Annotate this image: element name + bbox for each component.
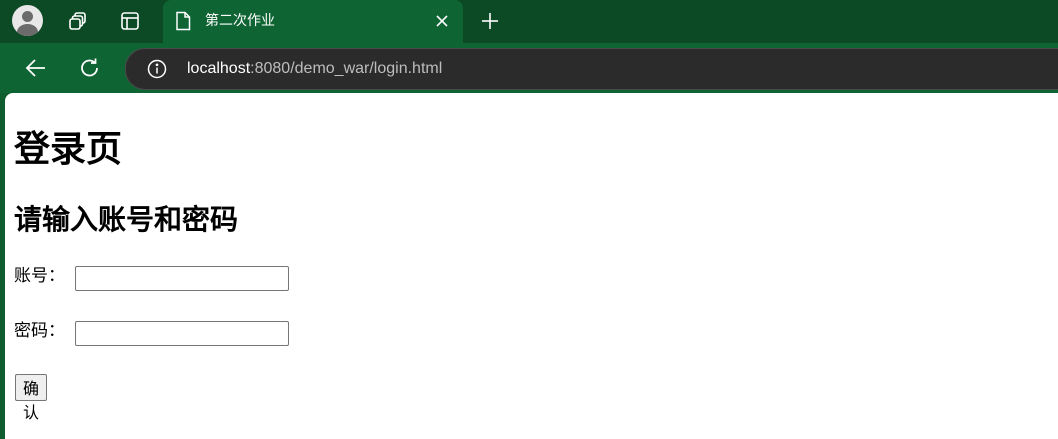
- password-label: 密码：: [14, 321, 65, 341]
- address-bar[interactable]: localhost:8080/demo_war/login.html: [125, 48, 1058, 90]
- browser-toolbar: localhost:8080/demo_war/login.html: [0, 43, 1058, 93]
- url-path: :8080/demo_war/login.html: [250, 60, 443, 77]
- reload-icon: [81, 58, 98, 77]
- close-icon[interactable]: [431, 10, 453, 32]
- profile-avatar-icon[interactable]: [12, 5, 43, 36]
- account-label: 账号：: [14, 266, 65, 286]
- back-arrow-icon: [25, 59, 45, 77]
- tab-active[interactable]: 第二次作业: [163, 0, 463, 43]
- tab-strip: 第二次作业: [0, 0, 1058, 43]
- submit-button[interactable]: 确认: [15, 374, 48, 422]
- tab-actions-icon[interactable]: [113, 4, 147, 38]
- workspaces-icon[interactable]: [61, 4, 95, 38]
- avatar-head: [22, 11, 33, 22]
- password-input[interactable]: [75, 321, 289, 346]
- account-input[interactable]: [75, 266, 289, 291]
- browser-window: 第二次作业 localhost:8080/demo_war/login.html…: [0, 0, 1058, 439]
- reload-button[interactable]: [74, 52, 106, 84]
- url-text[interactable]: localhost:8080/demo_war/login.html: [187, 59, 442, 79]
- url-host: localhost: [187, 60, 251, 77]
- info-icon[interactable]: [147, 59, 167, 83]
- page-subtitle: 请输入账号和密码: [14, 203, 239, 236]
- document-icon: [175, 11, 191, 35]
- page-title: 登录页: [14, 129, 123, 170]
- back-button[interactable]: [19, 52, 51, 84]
- avatar-body: [17, 24, 38, 36]
- plus-icon: [482, 13, 498, 29]
- tab-title: 第二次作业: [205, 13, 275, 29]
- new-tab-button[interactable]: [474, 5, 506, 37]
- page-viewport: 登录页 请输入账号和密码 账号： 密码： 确认: [5, 93, 1058, 439]
